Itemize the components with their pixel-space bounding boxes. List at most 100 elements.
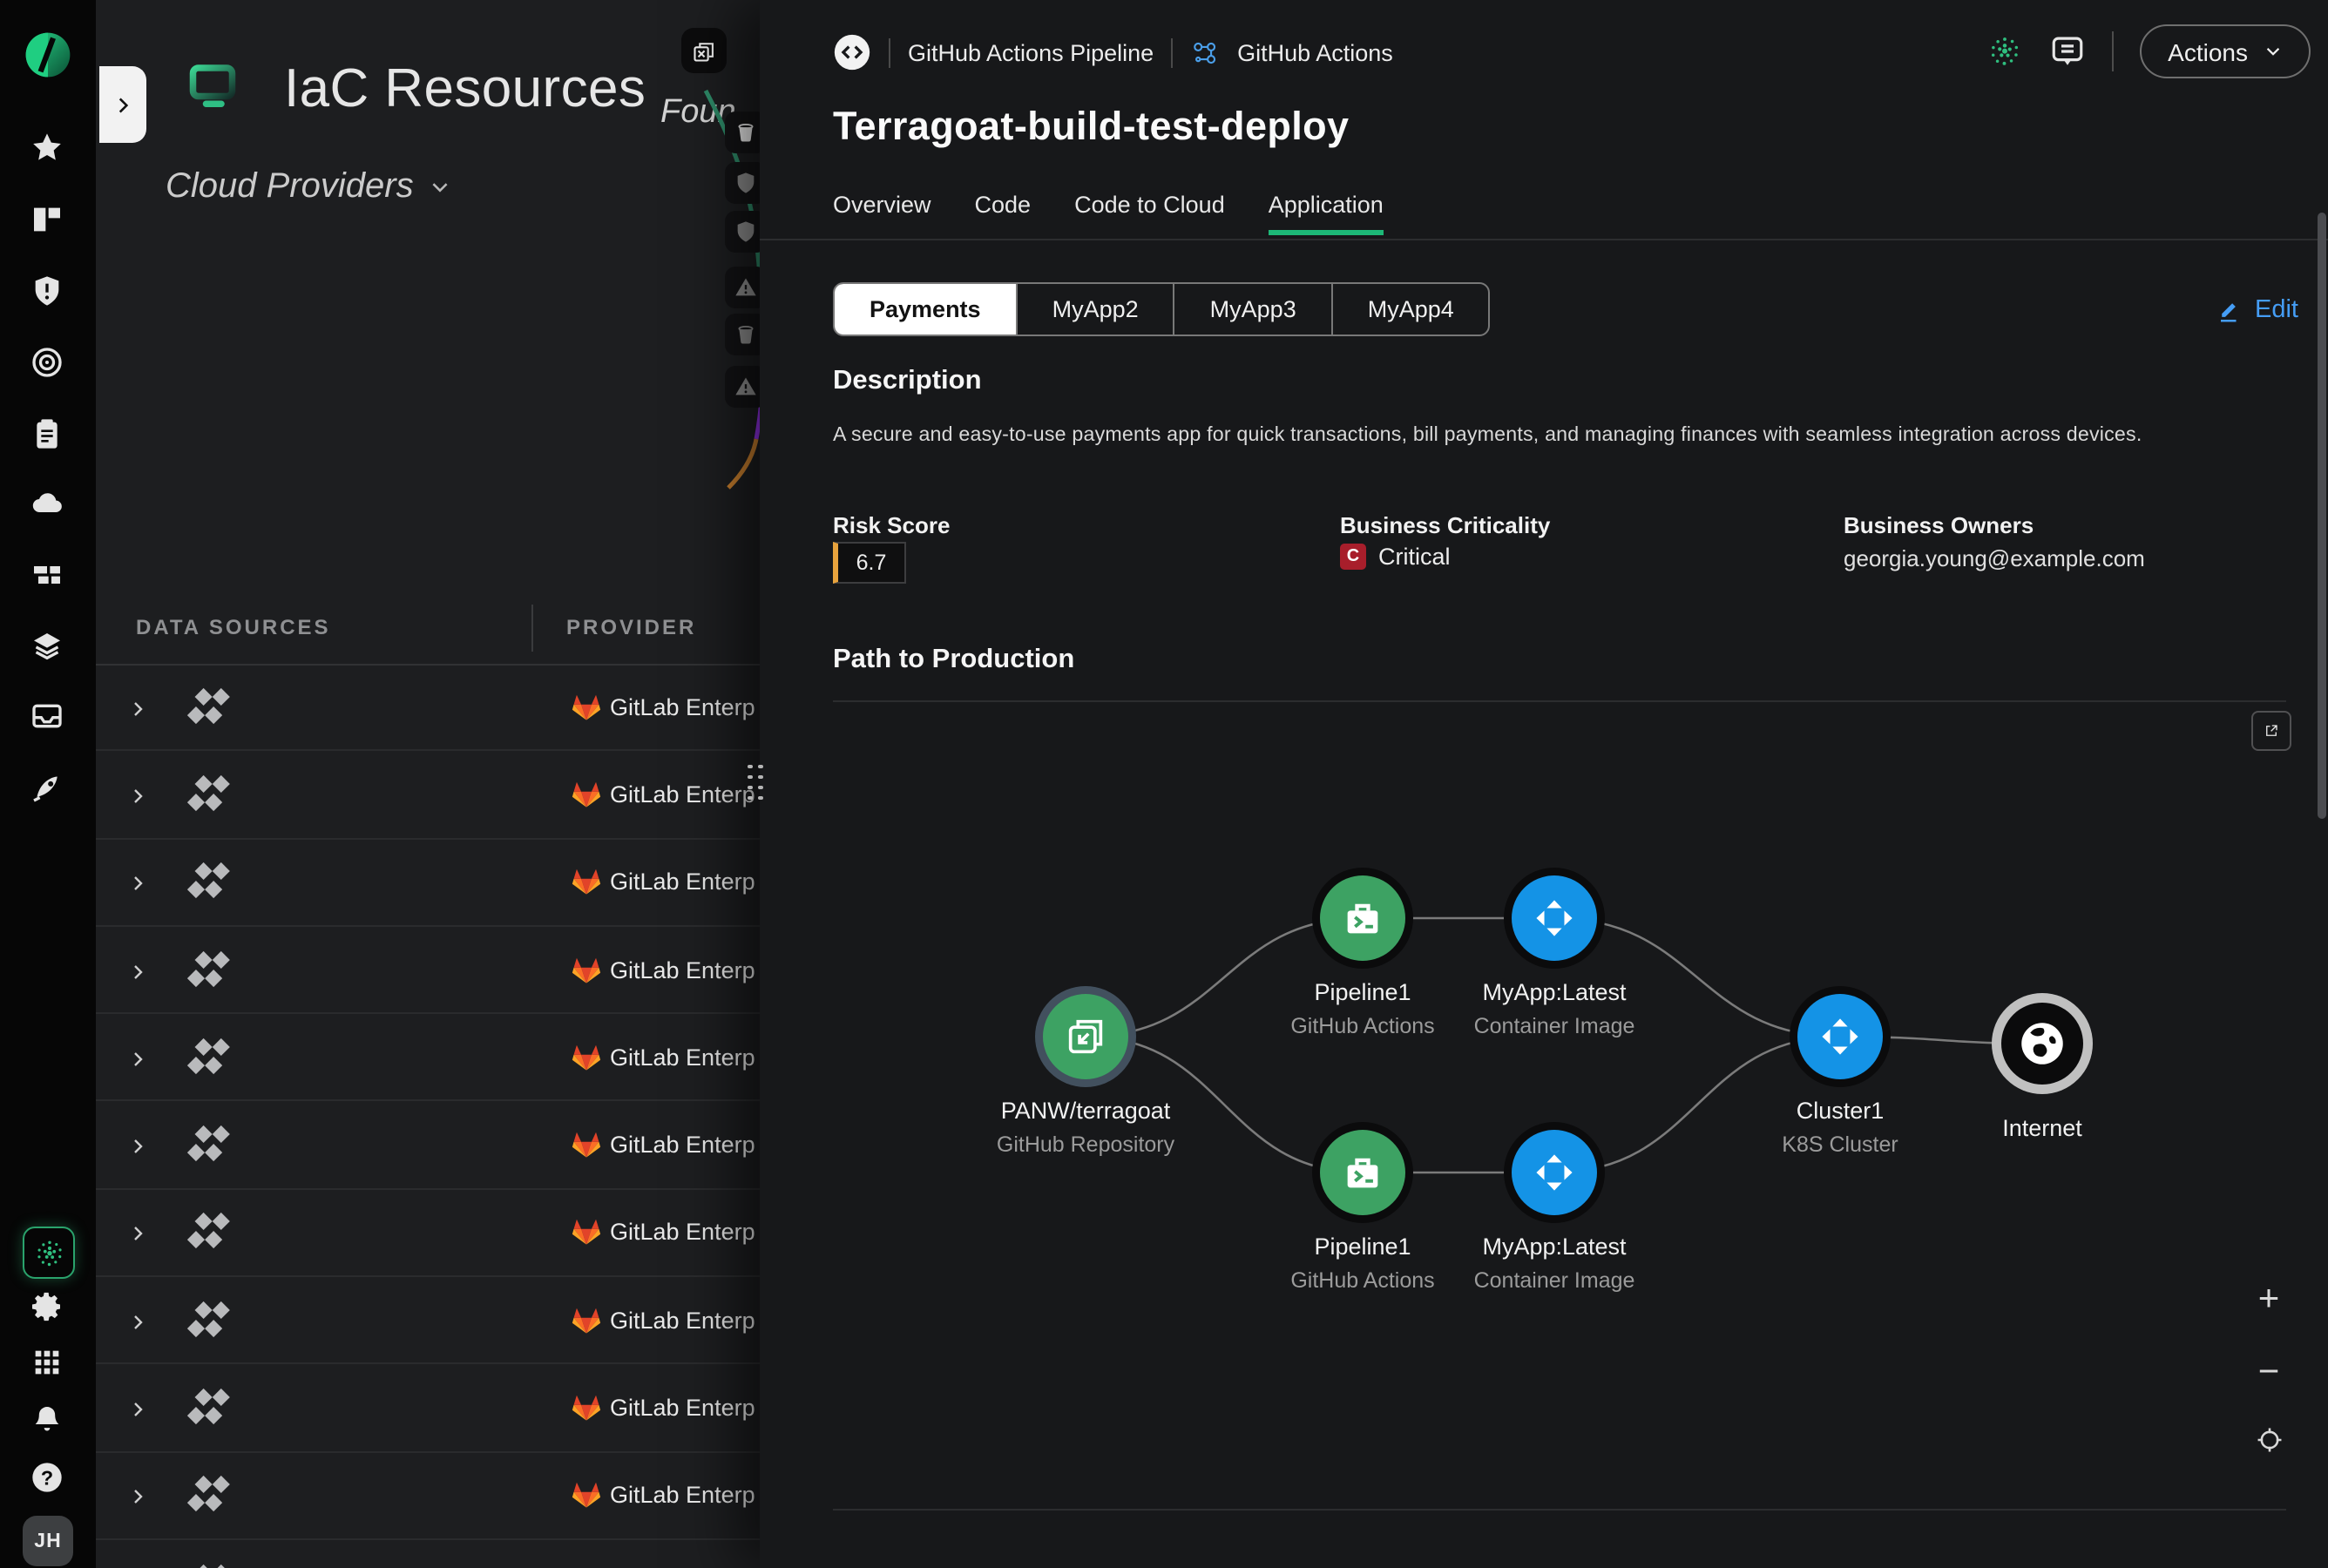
- sidebar-item-shield-alert[interactable]: [30, 274, 64, 308]
- comment-icon[interactable]: [2049, 33, 2086, 70]
- application-details-drawer: GitHub Actions Pipeline GitHub Actions A…: [760, 0, 2328, 1568]
- breadcrumb-parent[interactable]: GitHub Actions Pipeline: [908, 39, 1154, 65]
- svg-text:Container Image: Container Image: [1474, 1268, 1635, 1293]
- diagram-node-net: Internet: [1992, 993, 2093, 1141]
- row-expand-chevron[interactable]: [127, 1047, 148, 1068]
- pencil-icon: [2216, 297, 2243, 323]
- app-tab-payments[interactable]: Payments: [835, 284, 1016, 335]
- graph-toolbar-trash-icon[interactable]: [725, 112, 760, 153]
- table-row[interactable]: GitLab Enterp: [96, 1014, 760, 1102]
- drawer-resize-handle[interactable]: [744, 761, 767, 805]
- sidebar-item-ai-sparkle[interactable]: [23, 1227, 75, 1279]
- edit-link[interactable]: Edit: [2216, 296, 2298, 324]
- table-row[interactable]: GitLab Enterp: [96, 1190, 760, 1278]
- table-row[interactable]: GitLab Enterp: [96, 1102, 760, 1190]
- diagram-node-ma1: MyApp:LatestContainer Image: [1474, 868, 1635, 1038]
- sidebar-item-star[interactable]: [30, 131, 64, 166]
- tab-overview[interactable]: Overview: [833, 192, 931, 235]
- graph-toolbar-warning-icon[interactable]: [725, 267, 760, 308]
- scrollbar-thumb[interactable]: [2318, 213, 2326, 819]
- provider-cell: GitLab Enterp: [610, 1220, 760, 1246]
- table-row[interactable]: GitLab Enterp: [96, 1452, 760, 1540]
- sidebar-item-layout[interactable]: [30, 202, 64, 237]
- sidebar-item-clipboard[interactable]: [30, 416, 64, 451]
- user-avatar[interactable]: JH: [23, 1516, 73, 1566]
- sidebar-item-target[interactable]: [30, 345, 64, 380]
- row-expand-chevron[interactable]: [127, 959, 148, 980]
- table-row[interactable]: GitLab Enterp: [96, 1277, 760, 1365]
- row-expand-chevron[interactable]: [127, 1134, 148, 1155]
- svg-text:GitHub Repository: GitHub Repository: [997, 1132, 1175, 1157]
- provider-cell: GitLab Enterp: [610, 1483, 760, 1509]
- recenter-button[interactable]: [2248, 1425, 2290, 1463]
- svg-text:PANW/terragoat: PANW/terragoat: [1001, 1098, 1171, 1124]
- breadcrumb-current[interactable]: GitHub Actions: [1237, 39, 1393, 65]
- path-to-production-diagram[interactable]: PANW/terragoatGitHub RepositoryPipeline1…: [760, 690, 2328, 1491]
- data-source-icon: [186, 862, 230, 902]
- sidebar-item-blocks[interactable]: [30, 558, 64, 592]
- table-row[interactable]: GitLab Enterp: [96, 752, 760, 840]
- sidebar-item-rocket[interactable]: [30, 770, 64, 805]
- breadcrumb: GitHub Actions Pipeline GitHub Actions: [833, 31, 1393, 73]
- sidebar-item-gear[interactable]: [30, 1289, 64, 1324]
- graph-toolbar-warning-icon[interactable]: [725, 366, 760, 408]
- table-row[interactable]: GitLab Enterp: [96, 839, 760, 927]
- table-row[interactable]: GitLab Enterp: [96, 1365, 760, 1453]
- cloud-providers-dropdown[interactable]: Cloud Providers: [166, 167, 452, 207]
- column-header-provider[interactable]: PROVIDER: [566, 615, 696, 639]
- app-tab-myapp2[interactable]: MyApp2: [1016, 284, 1174, 335]
- graph-toolbar-trash-icon[interactable]: [725, 314, 760, 355]
- gitlab-icon: [572, 1482, 601, 1510]
- sidebar-item-layers[interactable]: [30, 629, 64, 664]
- tab-application[interactable]: Application: [1269, 192, 1384, 235]
- owners-label: Business Owners: [1844, 512, 2034, 538]
- chevron-down-icon: [430, 176, 452, 199]
- row-expand-chevron[interactable]: [127, 1222, 148, 1243]
- data-source-icon: [186, 1388, 230, 1428]
- app-tab-myapp3[interactable]: MyApp3: [1174, 284, 1331, 335]
- data-source-icon: [186, 950, 230, 990]
- data-source-icon: [186, 1476, 230, 1516]
- diagram-node-ma2: MyApp:LatestContainer Image: [1474, 1122, 1635, 1293]
- row-expand-chevron[interactable]: [127, 871, 148, 892]
- app-tab-myapp4[interactable]: MyApp4: [1331, 284, 1489, 335]
- table-row[interactable]: GitLab Enterp: [96, 927, 760, 1015]
- tab-code[interactable]: Code: [975, 192, 1032, 235]
- svg-text:GitHub Actions: GitHub Actions: [1290, 1014, 1434, 1038]
- provider-cell: GitLab Enterp: [610, 1132, 760, 1158]
- tab-code-to-cloud[interactable]: Code to Cloud: [1074, 192, 1225, 235]
- criticality-badge: C: [1340, 544, 1366, 570]
- sidebar-item-help[interactable]: ?: [30, 1460, 64, 1495]
- sidebar-item-window[interactable]: [30, 699, 64, 733]
- sidebar-item-cloud[interactable]: [30, 486, 64, 521]
- provider-cell: GitLab Enterp: [610, 956, 760, 983]
- data-source-icon: [186, 774, 230, 814]
- gitlab-icon: [572, 781, 601, 808]
- data-source-icon: [186, 1213, 230, 1253]
- collapse-panel-button[interactable]: [99, 66, 146, 143]
- table-row[interactable]: GitLab Enterp: [96, 664, 760, 752]
- row-expand-chevron[interactable]: [127, 784, 148, 805]
- row-expand-chevron[interactable]: [127, 696, 148, 717]
- column-header-data-sources[interactable]: DATA SOURCES: [136, 615, 331, 639]
- sidebar-item-bell[interactable]: [30, 1402, 64, 1437]
- row-expand-chevron[interactable]: [127, 1397, 148, 1418]
- table-row[interactable]: GitLab Enterp: [96, 1540, 760, 1568]
- expand-graph-button[interactable]: [681, 28, 727, 73]
- provider-cell: GitLab Enterp: [610, 781, 760, 808]
- description-body: A secure and easy-to-use payments app fo…: [833, 423, 2142, 446]
- zoom-in-button[interactable]: +: [2248, 1279, 2290, 1321]
- row-expand-chevron[interactable]: [127, 1309, 148, 1330]
- provider-cell: GitLab Enterp: [610, 1307, 760, 1333]
- gitlab-icon: [572, 956, 601, 983]
- prisma-cloud-logo[interactable]: [23, 30, 73, 80]
- actions-button[interactable]: Actions: [2140, 24, 2311, 78]
- graph-toolbar-shield-icon[interactable]: [725, 162, 760, 204]
- graph-toolbar-shield-icon[interactable]: [725, 211, 760, 253]
- svg-text:Internet: Internet: [2002, 1115, 2082, 1141]
- row-expand-chevron[interactable]: [127, 1485, 148, 1506]
- sidebar-item-grid[interactable]: [30, 1345, 64, 1380]
- ai-assistant-icon[interactable]: [1986, 33, 2023, 70]
- description-heading: Description: [833, 366, 982, 397]
- zoom-out-button[interactable]: −: [2248, 1352, 2290, 1394]
